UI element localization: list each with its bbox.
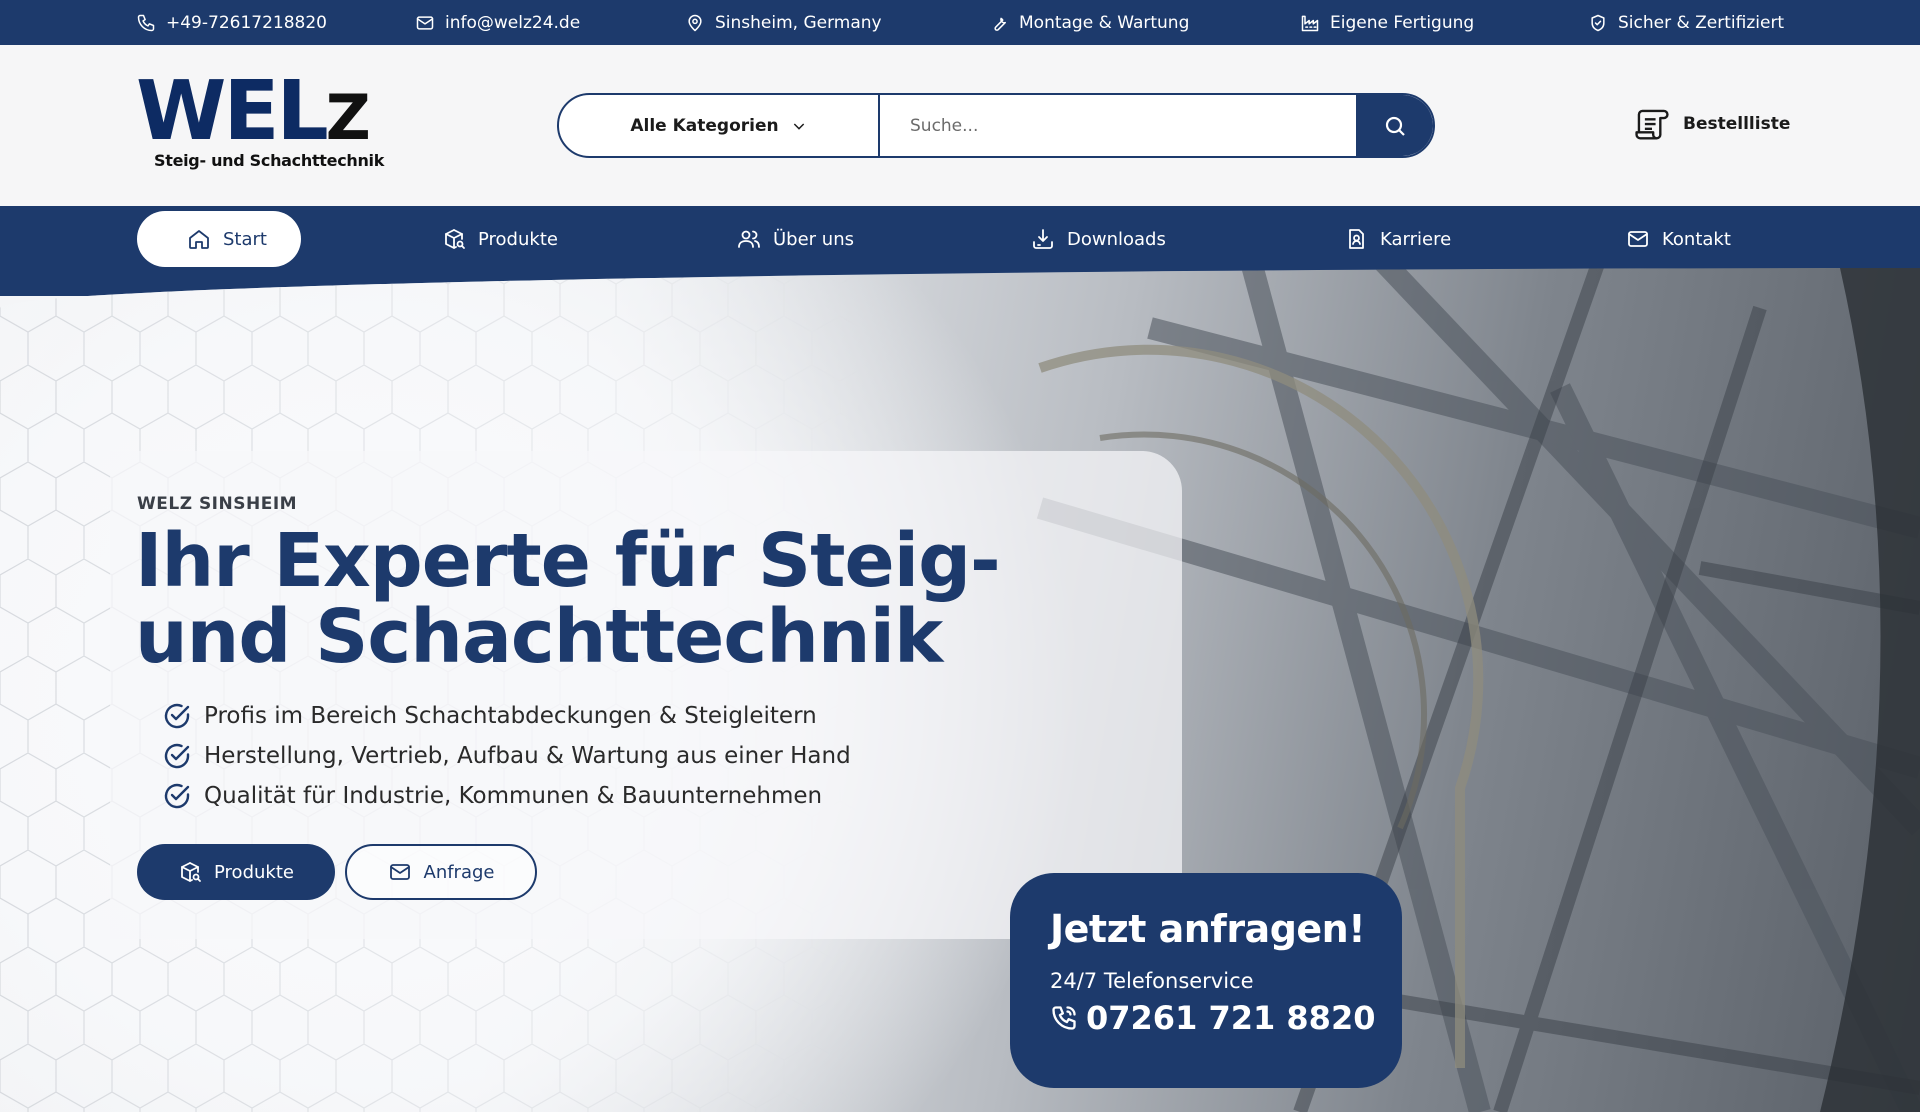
- search-icon: [1385, 116, 1405, 136]
- check-circle-icon: [164, 703, 190, 729]
- call-card-phone[interactable]: 07261 721 8820: [1050, 999, 1402, 1037]
- nav-item-label: Über uns: [773, 228, 854, 250]
- topbar-email-label: info@welz24.de: [445, 12, 581, 33]
- factory-icon: [1301, 15, 1319, 31]
- users-icon: [738, 230, 760, 248]
- map-pin-icon: [688, 14, 702, 31]
- topbar-certified-label: Sicher & Zertifiziert: [1618, 12, 1785, 33]
- topbar-email[interactable]: info@welz24.de: [415, 0, 580, 45]
- logo-subtitle: Steig- und Schachttechnik: [154, 151, 385, 170]
- order-list-label: Bestellliste: [1683, 114, 1791, 134]
- order-list-button[interactable]: Bestellliste: [1633, 105, 1790, 143]
- contact-call-card[interactable]: Jetzt anfragen! 24/7 Telefonservice 0726…: [1010, 873, 1402, 1088]
- download-icon: [1033, 229, 1053, 249]
- call-card-phone-number: 07261 721 8820: [1086, 999, 1376, 1037]
- home-icon: [189, 230, 209, 249]
- chevron-down-icon: [793, 122, 804, 130]
- nav-item-label: Downloads: [1067, 228, 1166, 250]
- inquiry-button-label: Anfrage: [423, 861, 495, 883]
- logo-wordmark-z: Z: [325, 81, 371, 154]
- logo-wordmark: WELZ: [136, 71, 371, 159]
- nav-item-produkte[interactable]: Produkte: [442, 211, 558, 267]
- benefit-text: Herstellung, Vertrieb, Aufbau & Wartung …: [204, 743, 851, 769]
- topbar-phone-label: +49-72617218820: [166, 12, 327, 33]
- benefit-text: Profis im Bereich Schachtabdeckungen & S…: [204, 703, 817, 729]
- career-document-icon: [1349, 229, 1364, 249]
- hero-benefit-list: Profis im Bereich Schachtabdeckungen & S…: [162, 696, 851, 816]
- call-card-title: Jetzt anfragen!: [1050, 907, 1366, 951]
- topbar-service-label: Montage & Wartung: [1019, 12, 1190, 33]
- nav-item-label: Kontakt: [1662, 228, 1731, 250]
- mail-icon: [1628, 231, 1648, 247]
- topbar-certified[interactable]: Sicher & Zertifiziert: [1588, 0, 1784, 45]
- nav-item-label: Produkte: [478, 228, 558, 250]
- search-input[interactable]: [880, 95, 1356, 156]
- check-circle-icon: [164, 743, 190, 769]
- list-item: Profis im Bereich Schachtabdeckungen & S…: [162, 696, 851, 736]
- mail-icon: [389, 864, 410, 880]
- list-item: Qualität für Industrie, Kommunen & Bauun…: [162, 776, 851, 816]
- nav-item-ueber-uns[interactable]: Über uns: [737, 211, 854, 267]
- search-button[interactable]: [1356, 95, 1433, 156]
- inquiry-button[interactable]: Anfrage: [345, 844, 537, 900]
- nav-item-karriere[interactable]: Karriere: [1344, 211, 1451, 267]
- mail-icon: [416, 15, 434, 30]
- wrench-icon: [994, 17, 1006, 31]
- nav-item-downloads[interactable]: Downloads: [1031, 211, 1166, 267]
- company-logo[interactable]: WELZ Steig- und Schachttechnik: [136, 71, 384, 181]
- products-button[interactable]: Produkte: [137, 844, 335, 900]
- topbar-location-label: Sinsheim, Germany: [715, 12, 882, 33]
- benefit-text: Qualität für Industrie, Kommunen & Bauun…: [204, 783, 823, 809]
- nav-item-kontakt[interactable]: Kontakt: [1626, 211, 1731, 267]
- site-header: WELZ Steig- und Schachttechnik Alle Kate…: [0, 45, 1920, 206]
- scroll-list-icon: [1635, 109, 1669, 140]
- hero-eyebrow: WELZ SINSHEIM: [137, 494, 298, 514]
- category-dropdown-label: Alle Kategorien: [630, 115, 779, 136]
- nav-item-label: Karriere: [1380, 228, 1452, 250]
- products-button-label: Produkte: [214, 861, 294, 883]
- topbar-production[interactable]: Eigene Fertigung: [1300, 0, 1474, 45]
- product-box-icon: [181, 862, 201, 882]
- category-dropdown[interactable]: Alle Kategorien: [559, 95, 880, 156]
- topbar-service[interactable]: Montage & Wartung: [989, 0, 1189, 45]
- shield-check-icon: [1591, 14, 1605, 31]
- list-item: Herstellung, Vertrieb, Aufbau & Wartung …: [162, 736, 851, 776]
- check-circle-icon: [164, 783, 190, 809]
- hero-section: WELZ SINSHEIM Ihr Experte für Steig- und…: [0, 268, 1920, 1112]
- search-bar: Alle Kategorien: [557, 93, 1435, 158]
- call-card-subtitle: 24/7 Telefonservice: [1050, 969, 1254, 993]
- nav-item-start[interactable]: Start: [137, 211, 301, 267]
- nav-item-label: Start: [223, 228, 267, 250]
- phone-icon: [137, 14, 155, 31]
- hero-headline: Ihr Experte für Steig- und Schachttechni…: [135, 518, 1001, 680]
- top-info-bar: +49-72617218820 info@welz24.de Sinsheim,…: [0, 0, 1920, 45]
- topbar-production-label: Eigene Fertigung: [1330, 12, 1475, 33]
- logo-wordmark-main: WEL: [136, 64, 329, 159]
- topbar-phone[interactable]: +49-72617218820: [136, 0, 327, 45]
- topbar-location[interactable]: Sinsheim, Germany: [685, 0, 882, 45]
- phone-call-icon: [1052, 1006, 1076, 1030]
- product-box-icon: [445, 229, 465, 249]
